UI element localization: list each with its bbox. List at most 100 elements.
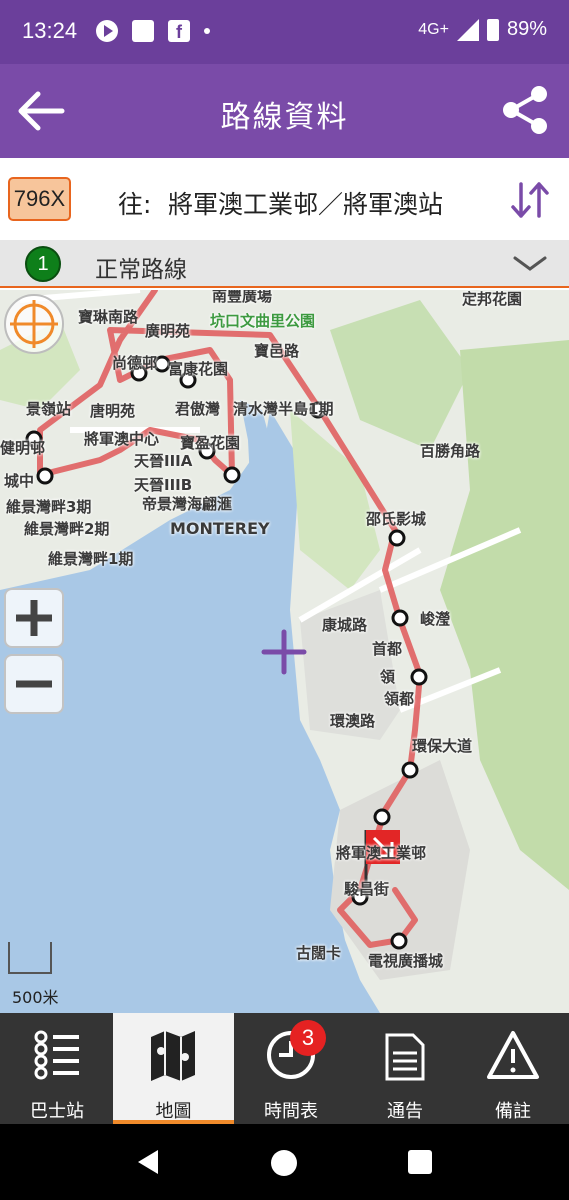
map-label: 城中 <box>4 472 35 490</box>
map-label: 寶邑路 <box>254 342 300 360</box>
bus-stop-marker <box>153 355 171 373</box>
map-label: 康城路 <box>322 616 368 634</box>
system-back-icon[interactable] <box>134 1148 162 1176</box>
map-icon <box>151 1031 195 1081</box>
tab-label: 備註 <box>495 1101 531 1122</box>
network-type: 4G+ <box>418 20 449 38</box>
map-label: 將軍澳工業邨 <box>336 844 427 862</box>
route-map[interactable]: 南豐廣場 定邦花園 坑口文曲里公園 廣明苑 寶琳南路 尚德邨 富康花園 唐明苑 … <box>0 290 569 1013</box>
system-home-icon[interactable] <box>271 1150 297 1176</box>
chevron-down-icon <box>513 256 547 271</box>
tab-label: 通告 <box>387 1101 423 1122</box>
minus-icon <box>16 680 52 688</box>
locate-me-button[interactable] <box>4 294 64 354</box>
map-label: 峻瀅 <box>420 610 451 628</box>
map-label: 寶琳南路 <box>78 308 139 326</box>
map-label: 將軍澳中心 <box>84 430 160 448</box>
app-bar: 路線資料 <box>0 64 569 158</box>
variant-label: 正常路線 <box>95 257 187 283</box>
tab-remarks[interactable]: 備註 <box>456 1013 569 1124</box>
bus-stop-marker <box>223 466 241 484</box>
map-label: 領都 <box>384 690 415 708</box>
green-hill-north <box>330 300 470 450</box>
map-label: 古闊卡 <box>296 944 342 962</box>
map-label: 富康花園 <box>168 360 229 378</box>
swap-direction-button[interactable] <box>509 180 551 220</box>
swap-arrows-icon <box>511 182 549 218</box>
bus-stop-marker <box>410 668 428 686</box>
map-label: 首都 <box>372 640 403 658</box>
zoom-in-button[interactable] <box>4 588 64 648</box>
map-label: MONTEREY <box>170 519 270 538</box>
battery-icon <box>486 18 499 41</box>
map-label: 健明邨 <box>0 439 46 457</box>
map-label: 領 <box>380 668 396 686</box>
bus-stop-marker <box>36 467 54 485</box>
map-label: 清水灣半島1期 <box>233 400 334 418</box>
map-label: 百勝角路 <box>420 442 481 460</box>
map-label: 電視廣播城 <box>368 952 444 970</box>
more-notifications-icon <box>204 28 210 34</box>
route-variant-selector[interactable]: 1 正常路線 <box>0 240 569 288</box>
map-label: 環澳路 <box>330 712 376 730</box>
map-label: 尚德邨 <box>112 354 158 372</box>
tab-label: 巴士站 <box>30 1101 84 1122</box>
map-label: 天晉IIIB <box>134 476 193 494</box>
bus-stop-marker <box>390 932 408 950</box>
status-right: 4G+ 89% <box>418 18 547 41</box>
warning-icon <box>487 1031 539 1079</box>
map-label: 廣明苑 <box>145 322 191 340</box>
map-label: 邵氏影城 <box>366 510 427 528</box>
battery-level: 89% <box>506 18 547 40</box>
map-label: 維景灣畔1期 <box>48 550 134 568</box>
bus-stop-marker <box>391 609 409 627</box>
tab-label: 時間表 <box>264 1101 318 1122</box>
system-nav-bar <box>0 1124 569 1200</box>
signal-icon <box>456 18 479 41</box>
map-label: 維景灣畔3期 <box>6 498 92 516</box>
route-number-badge: 796X <box>8 177 71 221</box>
page-title: 路線資料 <box>220 100 349 135</box>
map-label: 君傲灣 <box>175 400 221 418</box>
share-icon <box>503 86 547 134</box>
notice-count-badge: 3 <box>290 1020 326 1056</box>
route-header: 796X 往: 將軍澳工業邨／將軍澳站 <box>0 158 569 240</box>
share-button[interactable] <box>497 82 553 138</box>
facebook-notification-icon: f <box>168 20 190 42</box>
map-label: 唐明苑 <box>90 402 136 420</box>
system-recents-icon[interactable] <box>408 1150 432 1174</box>
map-label: 駿昌街 <box>344 880 390 898</box>
tab-map[interactable]: 地圖 <box>113 1013 234 1124</box>
map-scale-bar <box>8 942 52 974</box>
status-time: 13:24 <box>22 18 78 43</box>
status-notification-icons: f <box>96 20 210 42</box>
stop-list-icon <box>34 1030 79 1080</box>
tab-notices[interactable]: 通告 <box>348 1013 462 1124</box>
map-label: 環保大道 <box>412 737 473 755</box>
play-notification-icon <box>96 20 118 42</box>
variant-number: 1 <box>25 246 61 282</box>
map-label: 帝景灣海翩滙 <box>142 495 233 513</box>
bus-stop-marker <box>401 761 419 779</box>
map-label: 天晉IIIA <box>134 452 193 470</box>
map-scale-label: 500米 <box>12 988 59 1007</box>
bus-stop-marker <box>388 529 406 547</box>
map-label: 定邦花園 <box>462 290 523 308</box>
map-label: 坑口文曲里公園 <box>210 312 316 330</box>
destination-name: 將軍澳工業邨／將軍澳站 <box>168 190 444 219</box>
tab-bus-stops[interactable]: 巴士站 <box>0 1013 114 1124</box>
zoom-out-button[interactable] <box>4 654 64 714</box>
green-hill-east <box>440 340 569 890</box>
bus-stop-marker <box>373 808 391 826</box>
crosshair-locate-icon <box>10 300 58 348</box>
plus-icon <box>16 600 52 636</box>
notice-icon <box>385 1033 425 1081</box>
image-notification-icon <box>132 20 154 42</box>
map-label: 景嶺站 <box>26 400 72 418</box>
map-label: 南豐廣場 <box>212 290 273 305</box>
status-bar: 13:24 f 4G+ 89% <box>0 0 569 64</box>
tab-label: 地圖 <box>155 1101 192 1122</box>
map-label: 維景灣畔2期 <box>24 520 110 538</box>
bottom-nav: 巴士站 地圖 時間表 通告 3 備註 <box>0 1013 569 1124</box>
direction-label: 往: <box>118 190 152 219</box>
